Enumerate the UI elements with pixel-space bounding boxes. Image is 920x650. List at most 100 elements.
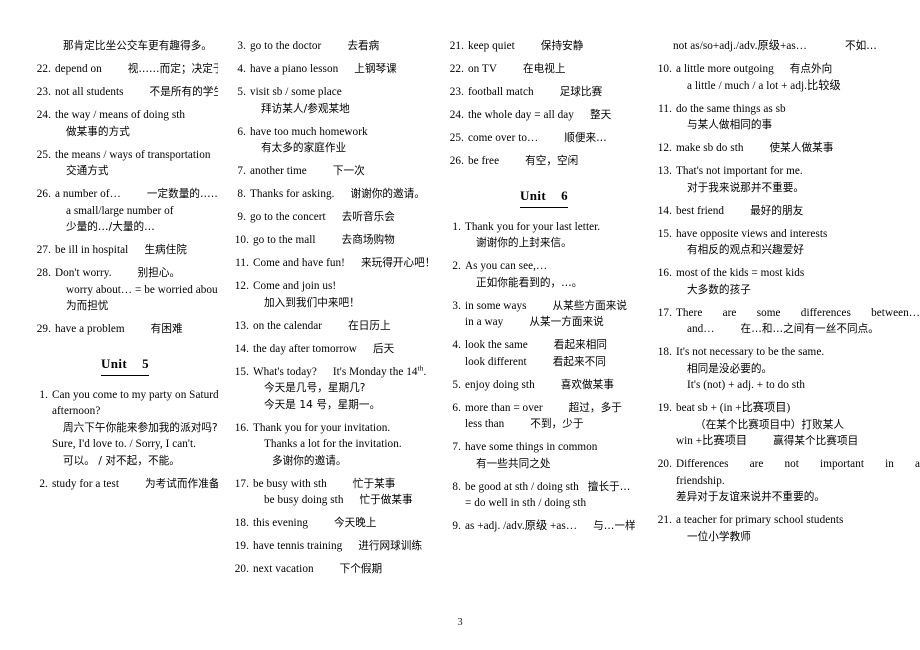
entry-line: in some ways 从某些方面来说	[465, 298, 643, 315]
english-text: afternoon?	[52, 405, 101, 417]
glossary-entry: 22. depend on 视……而定；决定于	[32, 61, 218, 78]
entry-body: keep quiet 保持安静	[468, 38, 643, 55]
chinese-text: 不是所有的学生	[149, 86, 218, 98]
english-text: come over to…	[468, 132, 539, 144]
entry-number: 18.	[657, 346, 672, 358]
entry-line: 今天是几号，星期几?	[253, 380, 433, 397]
english-text: Thank you for your invitation.	[253, 421, 391, 434]
entry-body: go to the mall 去商场购物	[253, 232, 433, 249]
chinese-text: 不如…	[845, 40, 877, 52]
chinese-text: 上钢琴课	[354, 63, 397, 75]
glossary-entry: 13. on the calendar 在日历上	[230, 318, 433, 335]
english-text: not all students	[55, 86, 124, 98]
entry-body: Differences are not important in a friend…	[676, 456, 920, 506]
entry-number: 4.	[452, 339, 461, 351]
entry-number: 2.	[39, 477, 48, 490]
english-text: keep quiet	[468, 40, 515, 52]
chinese-text: 超过，多于	[568, 401, 622, 414]
entry-body: have a piano lesson 上钢琴课	[250, 61, 433, 78]
english-text: the whole day = all day	[468, 109, 574, 121]
chinese-text: 整天	[589, 109, 612, 121]
glossary-entry: 21. a teacher for primary school students…	[653, 512, 920, 545]
entry-line: visit sb / some place	[250, 84, 433, 101]
entry-body: make sb do sth 使某人做某事	[676, 140, 920, 157]
english-text: another time	[250, 165, 307, 177]
entry-line: and… 在…和…之间有一丝不同点。	[676, 321, 920, 338]
english-text: have tennis training	[253, 540, 343, 552]
entry-line: As you can see,…	[465, 258, 643, 275]
chinese-text: 从某些方面来说	[552, 299, 628, 312]
glossary-entry: 13. That's not important for me. 对于我来说那并不重…	[653, 163, 920, 196]
entry-body: be busy with sth 忙于某事 be busy doing sth 忙于做…	[253, 476, 433, 509]
entry-number: 23.	[449, 86, 464, 98]
english-text: have a piano lesson	[250, 63, 339, 75]
entry-body: the day after tomorrow 后天	[253, 341, 433, 358]
glossary-entry: 25. the means / ways of transportation 交通方…	[32, 147, 218, 180]
glossary-entry: 10. go to the mall 去商场购物	[230, 232, 433, 249]
chinese-text: 忙于做某事	[359, 494, 413, 506]
entry-number: 28.	[36, 267, 51, 279]
english-text: not as/so+adj./adv.原级+as…	[673, 40, 808, 52]
chinese-text: 为而担忧	[66, 300, 109, 312]
chinese-text: 为考试而作准备	[144, 477, 218, 490]
chinese-text: 在日历上	[348, 319, 391, 332]
entry-number: 12.	[234, 280, 249, 292]
entry-line: 可以。 / 对不起，不能。	[52, 453, 218, 470]
entry-line: 多谢你的邀请。	[253, 453, 433, 470]
english-text: win +比赛项目	[676, 435, 748, 447]
entry-body: not as/so+adj./adv.原级+as… 不如…	[673, 38, 920, 55]
entry-number: 18.	[234, 517, 249, 529]
entry-line: beat sb + (in +比赛项目)	[676, 400, 920, 417]
chinese-text: 最好的朋友	[750, 204, 804, 217]
entry-line: 那肯定比坐公交车更有趣得多。	[52, 38, 218, 55]
entry-body: on the calendar 在日历上	[253, 318, 433, 335]
entry-body: Don't worry. 别担心。 worry about… = be worrie…	[55, 265, 218, 315]
entry-line: next vacation 下个假期	[253, 561, 433, 578]
entry-number: 15.	[657, 227, 672, 240]
english-text: look different	[465, 355, 527, 368]
glossary-entry: 14. best friend 最好的朋友	[653, 203, 920, 220]
glossary-entry: 1. Can you come to my party on Saturday af…	[32, 387, 218, 470]
glossary-entry: 27. be ill in hospital 生病住院	[32, 242, 218, 259]
english-text: go to the mall	[253, 234, 316, 246]
entry-number: 26.	[36, 188, 51, 200]
chinese-text: 今天晚上	[333, 517, 377, 529]
column-4: not as/so+adj./adv.原级+as… 不如… 10. a little…	[643, 38, 920, 598]
glossary-entry: 20. next vacation 下个假期	[230, 561, 433, 578]
entry-number: 22.	[449, 63, 464, 75]
english-text: have some things in common	[465, 441, 598, 453]
entry-number: 9.	[237, 211, 246, 223]
col1-unit5-entry-list: 1. Can you come to my party on Saturday af…	[32, 387, 218, 493]
chinese-text: 别担心。	[137, 267, 181, 279]
entry-line: 为而担忧	[55, 298, 218, 315]
glossary-entry: 26. be free 有空，空闲	[445, 153, 643, 170]
english-text: enjoy doing sth	[465, 378, 535, 391]
entry-line: in a way 从某一方面来说	[465, 314, 643, 331]
chinese-text: 今天是 14 号，星期一。	[264, 398, 381, 411]
entry-number: 13.	[657, 165, 672, 177]
glossary-entry: 4. look the same 看起来相同 look different 看起来不同	[445, 337, 643, 370]
chinese-text: 顺便来…	[564, 132, 607, 144]
unit-number: 5	[142, 355, 150, 371]
entry-line: another time 下一次	[250, 163, 433, 180]
entry-line: the whole day = all day 整天	[468, 107, 643, 124]
column-1: 那肯定比坐公交车更有趣得多。 22. depend on 视……而定；决定于 23. n…	[0, 38, 218, 598]
english-text: = do well in sth / doing sth	[465, 497, 587, 509]
entry-line: less than 不到，少于	[465, 416, 643, 433]
entry-body: Come and join us! 加入到我们中来吧！	[253, 278, 433, 311]
entry-number: 19.	[657, 402, 672, 414]
english-text: That's not important for me.	[676, 165, 803, 177]
entry-line: study for a test 为考试而作准备	[52, 476, 218, 493]
entry-line: a little / much / a lot + adj.比较级	[676, 78, 920, 95]
glossary-entry: 3. in some ways 从某些方面来说 in a way 从某一方面来说	[445, 298, 643, 331]
english-text: be ill in hospital	[55, 244, 129, 256]
chinese-text: 周六下午你能来参加我的派对吗?	[63, 421, 218, 434]
entry-number: 11.	[235, 257, 249, 269]
entry-body: have too much homework 有太多的家庭作业	[250, 124, 433, 157]
english-text: most of the kids = most kids	[676, 267, 805, 279]
chinese-text: 来玩得开心吧！	[360, 257, 433, 269]
chinese-text: 对于我来说那并不重要。	[687, 181, 805, 194]
english-text: in a way	[465, 316, 504, 328]
glossary-entry: 14. the day after tomorrow 后天	[230, 341, 433, 358]
entry-number: 19.	[234, 540, 249, 552]
